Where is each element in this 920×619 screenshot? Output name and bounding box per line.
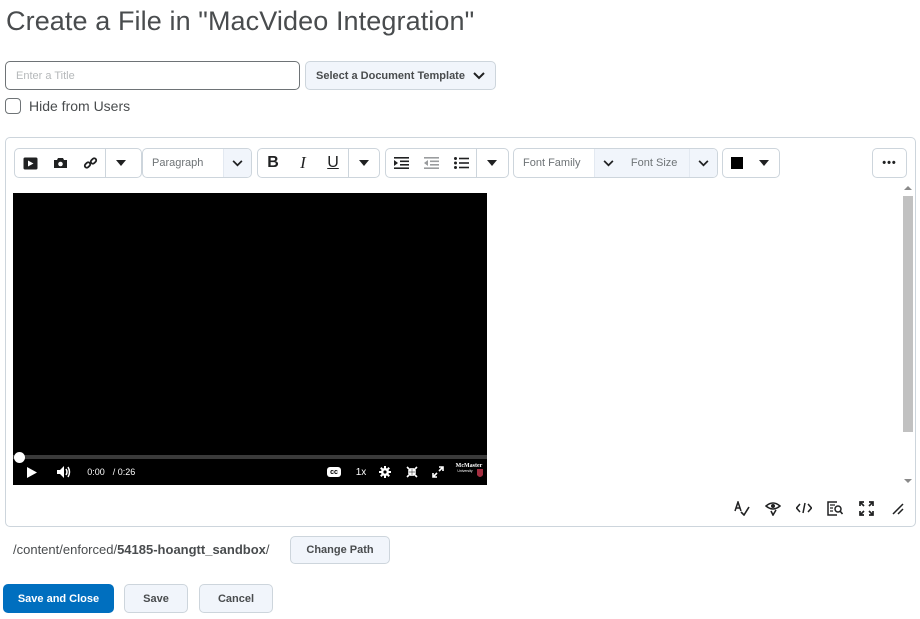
page-title: Create a File in "MacVideo Integration" <box>6 6 475 36</box>
video-icon <box>23 157 37 169</box>
chevron-down-icon <box>232 159 243 166</box>
editor-fullscreen-button[interactable] <box>856 498 876 518</box>
scroll-down-icon[interactable] <box>904 479 912 483</box>
spellcheck-button[interactable] <box>732 498 752 518</box>
video-progress-bar[interactable] <box>13 455 487 459</box>
preview-icon <box>827 500 843 516</box>
chevron-down-icon <box>473 71 485 79</box>
hide-from-users-checkbox[interactable] <box>5 98 21 114</box>
settings-button[interactable] <box>378 463 392 481</box>
outdent-icon <box>423 157 439 169</box>
fullscreen-icon <box>858 500 874 516</box>
video-duration: / 0:26 <box>112 467 136 477</box>
gear-icon <box>379 466 391 478</box>
color-swatch <box>731 157 743 169</box>
path-prefix: /content/enforced/ <box>13 542 118 557</box>
captions-button[interactable]: cc <box>326 463 342 481</box>
font-size-chevron[interactable] <box>689 149 717 177</box>
embedded-video-player[interactable]: 0:00 / 0:26 cc 1x McMaster University <box>13 193 487 485</box>
text-style-more-dropdown[interactable] <box>349 149 379 177</box>
path-suffix: / <box>265 542 270 557</box>
editor-scrollbar[interactable] <box>902 183 913 488</box>
path-folder: 54185-hoangtt_sandbox <box>117 542 266 557</box>
video-current-time: 0:00 <box>87 467 105 477</box>
video-scrubber-handle[interactable] <box>14 452 25 463</box>
preview-button[interactable] <box>825 498 845 518</box>
code-icon <box>796 502 812 514</box>
outdent-button[interactable] <box>416 149 446 177</box>
expand-icon <box>432 466 444 478</box>
more-actions-button[interactable]: ••• <box>872 148 907 178</box>
svg-text:University: University <box>457 469 473 473</box>
cc-icon: cc <box>327 467 341 477</box>
hide-from-users-label: Hide from Users <box>29 98 131 114</box>
source-code-button[interactable] <box>794 498 814 518</box>
format-select-chevron <box>223 149 251 177</box>
underline-button[interactable]: U <box>318 149 348 177</box>
scrollbar-thumb[interactable] <box>903 196 913 432</box>
indent-icon <box>393 157 409 169</box>
hide-from-users-row[interactable]: Hide from Users <box>5 98 130 114</box>
list-more-dropdown[interactable] <box>477 149 507 177</box>
resize-handle[interactable] <box>887 498 907 518</box>
insert-group <box>14 148 142 178</box>
volume-button[interactable] <box>56 463 72 481</box>
indent-button[interactable] <box>386 149 416 177</box>
accessibility-checker-button[interactable] <box>763 498 783 518</box>
insert-video-button[interactable] <box>15 149 45 177</box>
html-editor: Paragraph B I U Font Family Font Size ••… <box>5 137 916 527</box>
caret-down-icon <box>116 160 126 166</box>
bold-button[interactable]: B <box>258 149 288 177</box>
bullet-list-button[interactable] <box>446 149 476 177</box>
save-button[interactable]: Save <box>124 584 188 613</box>
caret-down-icon <box>759 160 769 166</box>
font-family-chevron[interactable] <box>594 149 622 177</box>
title-input[interactable] <box>5 61 300 90</box>
playback-speed-button[interactable]: 1x <box>352 463 370 481</box>
insert-link-button[interactable] <box>75 149 105 177</box>
format-select-label: Paragraph <box>152 157 204 169</box>
text-style-group: B I U <box>257 148 380 178</box>
color-dropdown[interactable] <box>749 149 779 177</box>
caret-down-icon <box>359 160 369 166</box>
text-color-picker[interactable] <box>722 148 780 178</box>
spellcheck-icon <box>734 500 750 516</box>
collapse-icon <box>406 466 418 478</box>
select-template-button[interactable]: Select a Document Template <box>305 61 496 90</box>
insert-more-dropdown[interactable] <box>106 149 136 177</box>
camera-icon <box>53 158 67 168</box>
play-button[interactable] <box>25 463 39 481</box>
save-and-close-button[interactable]: Save and Close <box>3 584 114 613</box>
select-template-label: Select a Document Template <box>316 69 465 82</box>
mcmaster-logo-icon: McMaster University <box>456 463 483 477</box>
bullet-list-icon <box>453 157 469 169</box>
change-path-button[interactable]: Change Path <box>290 536 390 564</box>
editor-content[interactable]: 0:00 / 0:26 cc 1x McMaster University <box>12 193 894 488</box>
cancel-button[interactable]: Cancel <box>199 584 273 613</box>
chevron-down-icon <box>698 159 709 166</box>
mcmaster-logo: McMaster University <box>454 460 484 480</box>
italic-button[interactable]: I <box>288 149 318 177</box>
link-icon <box>83 156 97 169</box>
list-group <box>385 148 509 178</box>
volume-icon <box>57 466 71 478</box>
insert-image-button[interactable] <box>45 149 75 177</box>
font-family-label[interactable]: Font Family <box>514 149 594 177</box>
play-icon <box>27 466 37 478</box>
file-path: /content/enforced/54185-hoangtt_sandbox/ <box>13 542 270 557</box>
accessibility-eye-icon <box>765 501 781 516</box>
format-select[interactable]: Paragraph <box>142 148 252 178</box>
scroll-up-icon[interactable] <box>904 186 912 190</box>
chevron-down-icon <box>603 159 614 166</box>
font-group: Font Family Font Size <box>513 148 718 178</box>
video-fullscreen-button[interactable] <box>431 463 445 481</box>
resize-handle-icon <box>891 502 904 515</box>
theater-mode-button[interactable] <box>405 463 419 481</box>
caret-down-icon <box>487 160 497 166</box>
font-size-label[interactable]: Font Size <box>621 149 690 177</box>
